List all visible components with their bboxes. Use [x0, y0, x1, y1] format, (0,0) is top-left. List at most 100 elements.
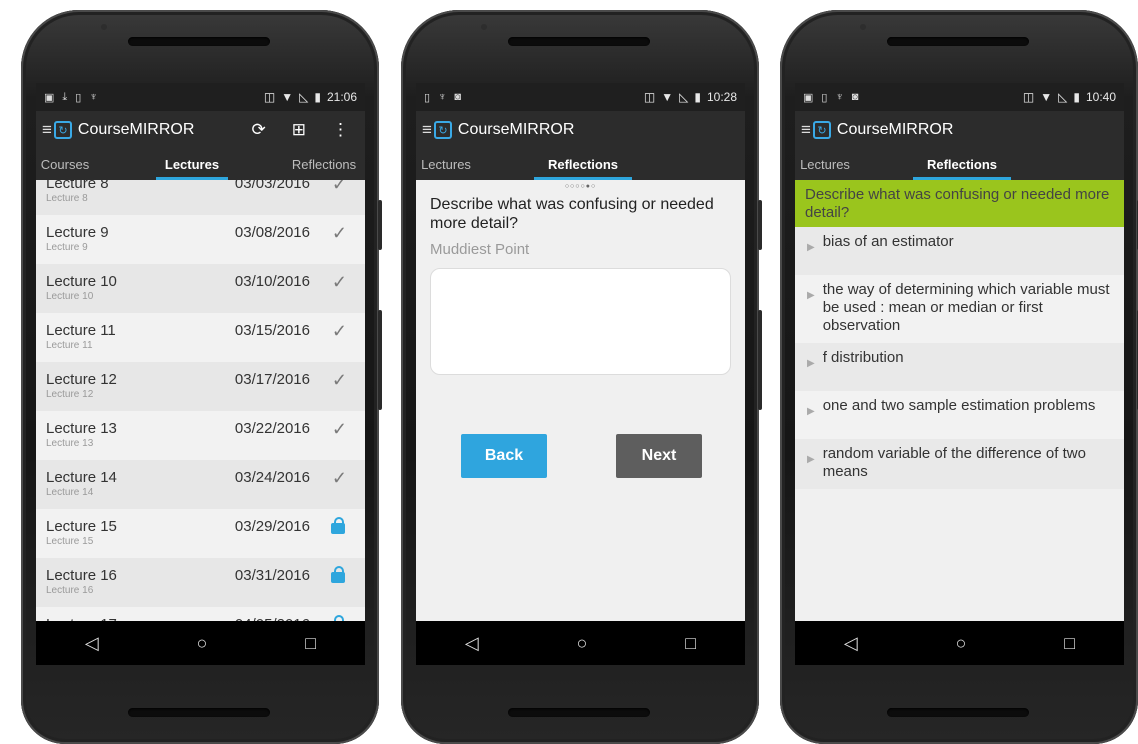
action-bar: ≡ ↻ CourseMIRROR: [795, 111, 1124, 149]
camera: [860, 24, 866, 30]
drawer-icon[interactable]: ≡: [42, 120, 52, 140]
battery-icon: ▮: [314, 90, 321, 104]
screen: ▣ ⤓ ▯ ♆ ◫ ▼ ◺ ▮ 21:06 ≡ ↻ CourseMIRROR ⟳ ⊞ ⋮ Co…: [36, 83, 365, 665]
sd-notif-icon: ▯: [821, 91, 828, 104]
add-lecture-icon[interactable]: ⊞: [292, 120, 306, 140]
tab-bar: Lectures Reflections: [795, 149, 1124, 180]
lecture-name: Lecture 9: [46, 224, 109, 241]
lecture-date: 03/24/2016: [234, 469, 310, 486]
lecture-subtitle: Lecture 15: [46, 536, 94, 547]
expand-arrow-icon: ▶: [807, 406, 815, 417]
tab-bar: Courses Lectures Reflections: [36, 149, 365, 180]
drawer-icon[interactable]: ≡: [422, 120, 432, 140]
checkmark-icon: ✓: [331, 180, 347, 194]
home-nav-icon[interactable]: ○: [197, 633, 208, 654]
lecture-date: 03/17/2016: [234, 371, 310, 388]
power-button: [378, 200, 382, 250]
lecture-row[interactable]: Lecture 13 Lecture 13 03/22/2016 ✓: [36, 411, 365, 460]
image-notif-icon: ▣: [44, 91, 55, 104]
lecture-row[interactable]: Lecture 16 Lecture 16 03/31/2016: [36, 558, 365, 607]
refresh-icon[interactable]: ⟳: [252, 120, 266, 140]
tab-courses[interactable]: Courses: [36, 149, 94, 180]
lecture-row[interactable]: Lecture 12 Lecture 12 03/17/2016 ✓: [36, 362, 365, 411]
summary-item-text: f distribution: [822, 349, 904, 366]
expand-arrow-icon: ▶: [807, 242, 815, 253]
back-nav-icon[interactable]: ◁: [85, 633, 99, 654]
wifi-icon: ▼: [661, 90, 674, 104]
lecture-row[interactable]: Lecture 11 Lecture 11 03/15/2016 ✓: [36, 313, 365, 362]
battery-icon: ▮: [1073, 90, 1080, 104]
vibrate-icon: ◫: [643, 90, 656, 104]
earpiece-speaker: [128, 37, 270, 46]
back-nav-icon[interactable]: ◁: [844, 633, 858, 654]
expand-arrow-icon: ▶: [807, 454, 815, 465]
lecture-date: 03/10/2016: [234, 273, 310, 290]
expand-arrow-icon: ▶: [807, 358, 815, 369]
android-notif-icon: ♆: [438, 90, 447, 103]
tab-lectures[interactable]: Lectures: [156, 149, 228, 180]
app-title: CourseMIRROR: [836, 121, 954, 138]
tab-reflections[interactable]: Reflections: [284, 149, 364, 180]
checkmark-icon: ✓: [331, 223, 347, 243]
tab-lectures[interactable]: Lectures: [795, 149, 855, 180]
drawer-icon[interactable]: ≡: [801, 120, 811, 140]
tab-reflections[interactable]: Reflections: [913, 149, 1011, 180]
home-nav-icon[interactable]: ○: [956, 633, 967, 654]
signal-icon: ◺: [1058, 90, 1068, 104]
overflow-menu-icon[interactable]: ⋮: [332, 120, 349, 140]
lecture-row[interactable]: Lecture 15 Lecture 15 03/29/2016: [36, 509, 365, 558]
android-notif-icon: ♆: [89, 90, 98, 103]
action-bar: ≡ ↻ CourseMIRROR: [416, 111, 745, 149]
next-button[interactable]: Next: [616, 434, 702, 478]
lecture-row[interactable]: Lecture 8 Lecture 8 03/03/2016 ✓: [36, 180, 365, 215]
summary-item[interactable]: ▶ random variable of the difference of tw…: [795, 439, 1124, 489]
status-bar: ▣ ▯ ♆ ◙ ◫ ▼ ◺ ▮ 10:40: [795, 83, 1124, 111]
recents-nav-icon[interactable]: □: [305, 633, 316, 654]
checkmark-icon: ✓: [331, 468, 347, 488]
summary-item[interactable]: ▶ one and two sample estimation problems: [795, 391, 1124, 439]
lecture-row[interactable]: Lecture 9 Lecture 9 03/08/2016 ✓: [36, 215, 365, 264]
lecture-name: Lecture 13: [46, 420, 117, 437]
page-indicator: ○○○○●○: [564, 183, 597, 190]
checkmark-icon: ✓: [331, 272, 347, 292]
bottom-speaker: [128, 708, 270, 717]
lecture-row[interactable]: Lecture 14 Lecture 14 03/24/2016 ✓: [36, 460, 365, 509]
recents-nav-icon[interactable]: □: [685, 633, 696, 654]
photo-notif-icon: ◙: [851, 90, 859, 103]
lecture-subtitle: Lecture 8: [46, 193, 88, 204]
summary-item[interactable]: ▶ the way of determining which variable m…: [795, 275, 1124, 343]
lecture-row[interactable]: Lecture 10 Lecture 10 03/10/2016 ✓: [36, 264, 365, 313]
lecture-subtitle: Lecture 9: [46, 242, 88, 253]
home-nav-icon[interactable]: ○: [577, 633, 588, 654]
phone-lectures: ▣ ⤓ ▯ ♆ ◫ ▼ ◺ ▮ 21:06 ≡ ↻ CourseMIRROR ⟳ ⊞ ⋮ Co…: [21, 10, 382, 744]
question-label: Muddiest Point: [430, 241, 530, 258]
reflection-summary: Describe what was confusing or needed mo…: [795, 180, 1124, 621]
android-notif-icon: ♆: [835, 90, 844, 103]
volume-button: [758, 310, 762, 410]
tab-reflections[interactable]: Reflections: [534, 149, 632, 180]
lecture-row[interactable]: Lecture 17Lecture 1704/05/2016: [36, 607, 365, 621]
bottom-speaker: [887, 708, 1029, 717]
lecture-date: 03/31/2016: [234, 567, 310, 584]
summary-item[interactable]: ▶ f distribution: [795, 343, 1124, 391]
summary-item[interactable]: ▶ bias of an estimator: [795, 227, 1124, 275]
question-text: Describe what was confusing or needed mo…: [430, 196, 714, 232]
back-nav-icon[interactable]: ◁: [465, 633, 479, 654]
back-button[interactable]: Back: [461, 434, 547, 478]
camera: [481, 24, 487, 30]
tab-lectures[interactable]: Lectures: [416, 149, 476, 180]
recents-nav-icon[interactable]: □: [1064, 633, 1075, 654]
action-bar: ≡ ↻ CourseMIRROR ⟳ ⊞ ⋮: [36, 111, 365, 149]
summary-item-text: bias of an estimator: [822, 233, 954, 250]
status-bar: ▯ ♆ ◙ ◫ ▼ ◺ ▮ 10:28: [416, 83, 745, 111]
status-time: 21:06: [326, 90, 357, 104]
lecture-subtitle: Lecture 13: [46, 438, 94, 449]
lecture-subtitle: Lecture 11: [46, 340, 93, 351]
lecture-list: Lecture 8 Lecture 8 03/03/2016 ✓ Lecture 9 Le…: [36, 180, 365, 621]
vibrate-icon: ◫: [1022, 90, 1035, 104]
photo-notif-icon: ◙: [454, 90, 461, 103]
answer-input[interactable]: [430, 268, 731, 375]
screen: ▯ ♆ ◙ ◫ ▼ ◺ ▮ 10:28 ≡ ↻ CourseMIRROR Lectures …: [416, 83, 745, 665]
nav-bar: ◁ ○ □: [795, 621, 1124, 665]
camera: [101, 24, 107, 30]
